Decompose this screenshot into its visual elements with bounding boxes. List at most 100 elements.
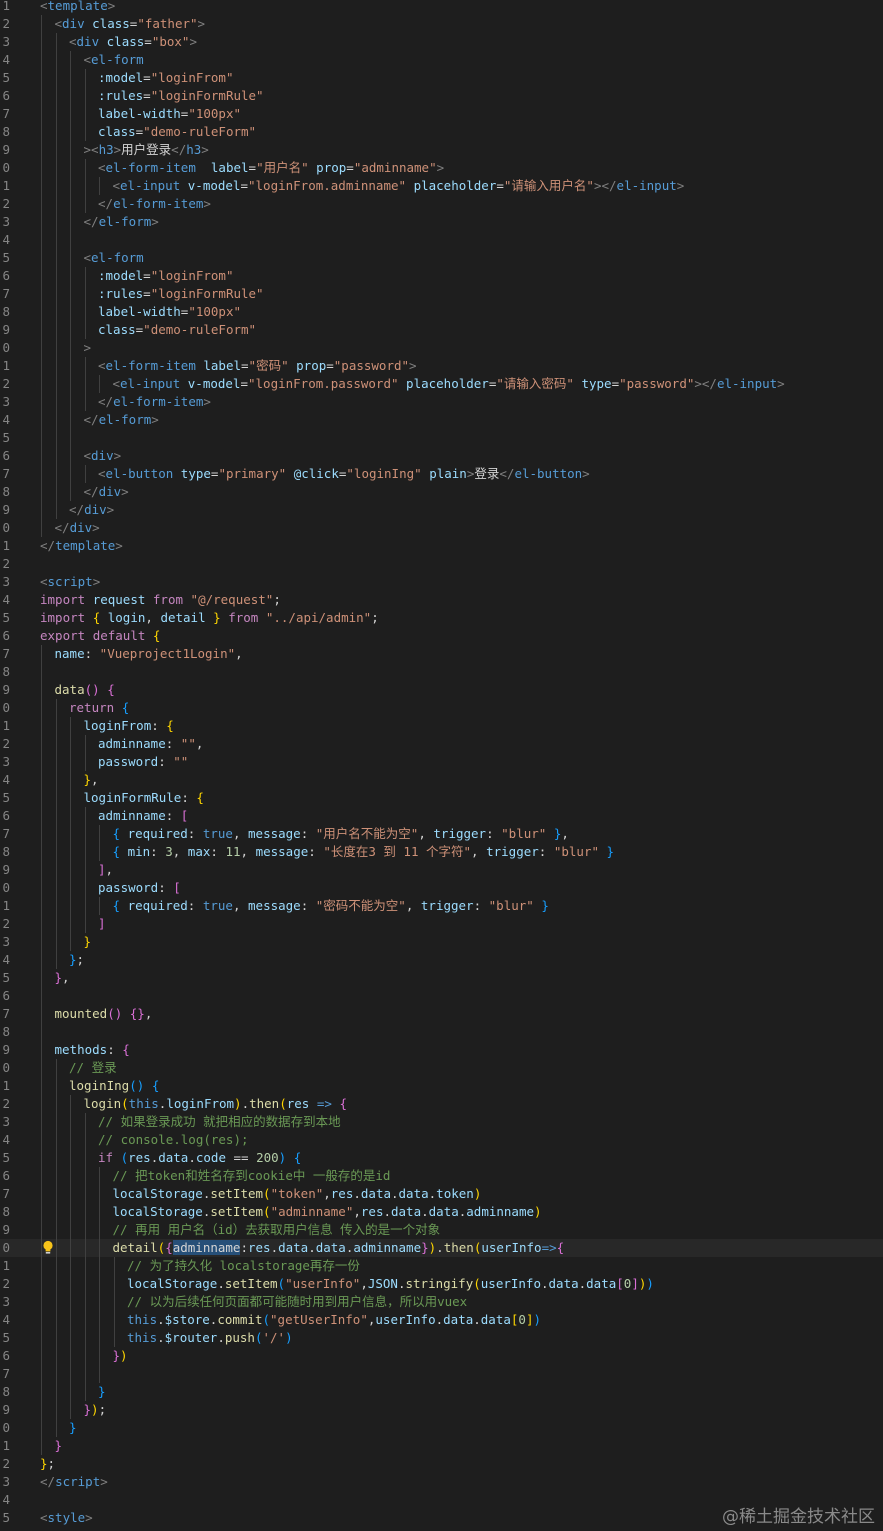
code-line[interactable]: 4 <el-form xyxy=(0,51,883,69)
code-line[interactable]: 6 <div> xyxy=(0,447,883,465)
code-line[interactable]: 9}); xyxy=(0,1401,883,1419)
code-line[interactable]: 5 <el-form xyxy=(0,249,883,267)
code-line[interactable]: 0 > xyxy=(0,339,883,357)
code-line[interactable]: 8 { min: 3, max: 11, message: "长度在3 到 11 … xyxy=(0,843,883,861)
code-line[interactable]: 3 </script> xyxy=(0,1473,883,1491)
code-line[interactable]: 2}; xyxy=(0,1455,883,1473)
code-token: ( xyxy=(279,1096,287,1111)
code-line[interactable]: 9 data() { xyxy=(0,681,883,699)
code-line[interactable]: 6:model="loginFrom" xyxy=(0,267,883,285)
code-line[interactable]: 3 </el-form> xyxy=(0,213,883,231)
code-line[interactable]: 5 xyxy=(0,429,883,447)
indent-guide xyxy=(84,285,86,303)
code-line[interactable]: 6 adminname: [ xyxy=(0,807,883,825)
code-line[interactable]: 3} xyxy=(0,933,883,951)
code-line[interactable]: 1 // 为了持久化 localstorage再存一份 xyxy=(0,1257,883,1275)
code-line[interactable]: 7 name: "Vueproject1Login", xyxy=(0,645,883,663)
code-token: push xyxy=(224,1330,255,1345)
indent-guide xyxy=(55,717,57,735)
code-line[interactable]: 0 // 登录 xyxy=(0,1059,883,1077)
indent-guide xyxy=(41,969,42,987)
code-token: '/' xyxy=(262,1330,286,1345)
code-line[interactable]: 8 class="demo-ruleForm" xyxy=(0,123,883,141)
code-line[interactable]: 6:rules="loginFormRule" xyxy=(0,87,883,105)
code-line[interactable]: 9 methods: { xyxy=(0,1041,883,1059)
code-line[interactable]: 1 <el-form-item label="密码" prop="password… xyxy=(0,357,883,375)
code-line[interactable]: 8} xyxy=(0,1383,883,1401)
code-line[interactable]: 1 loginFrom: { xyxy=(0,717,883,735)
code-line[interactable]: 8 </div> xyxy=(0,483,883,501)
code-line[interactable]: 5}, xyxy=(0,969,883,987)
code-line[interactable]: 9 </div> xyxy=(0,501,883,519)
code-line[interactable]: 3 <script> xyxy=(0,573,883,591)
code-line[interactable]: 0} xyxy=(0,1419,883,1437)
code-line[interactable]: 6 // 把token和姓名存到cookie中 一般存的是id xyxy=(0,1167,883,1185)
code-line[interactable]: 5 import { login, detail } from "../api/a… xyxy=(0,609,883,627)
code-line[interactable]: 1} xyxy=(0,1437,883,1455)
code-line[interactable]: 1 { required: true, message: "密码不能为空", tr… xyxy=(0,897,883,915)
code-line[interactable]: 7 mounted() {}, xyxy=(0,1005,883,1023)
code-line[interactable]: 7 <el-button type="primary" @click="login… xyxy=(0,465,883,483)
code-line[interactable]: 4}; xyxy=(0,951,883,969)
code-line[interactable]: 8 label-width="100px" xyxy=(0,303,883,321)
code-line[interactable]: 9 ><h3>用户登录</h3> xyxy=(0,141,883,159)
code-line[interactable]: 1 <template> xyxy=(0,0,883,15)
code-line[interactable]: 7 xyxy=(0,1365,883,1383)
code-line[interactable]: 9 class="demo-ruleForm" xyxy=(0,321,883,339)
code-line[interactable]: 2 login(this.loginFrom).then(res => { xyxy=(0,1095,883,1113)
code-line[interactable]: 4 </el-form> xyxy=(0,411,883,429)
code-line[interactable]: 0 password: [ xyxy=(0,879,883,897)
code-line[interactable]: 4 this.$store.commit("getUserInfo",userIn… xyxy=(0,1311,883,1329)
code-line[interactable]: 7 localStorage.setItem("token",res.data.d… xyxy=(0,1185,883,1203)
line-number: 2 xyxy=(2,556,10,571)
code-line[interactable]: 2 adminname: "", xyxy=(0,735,883,753)
code-line[interactable]: 7:rules="loginFormRule" xyxy=(0,285,883,303)
code-line[interactable]: 1 <el-input v-model="loginFrom.adminname"… xyxy=(0,177,883,195)
code-token: ; xyxy=(371,610,379,625)
code-line[interactable]: 6}) xyxy=(0,1347,883,1365)
code-line[interactable]: 0 <el-form-item label="用户名" prop="adminna… xyxy=(0,159,883,177)
code-line[interactable]: 2 xyxy=(0,555,883,573)
code-line[interactable]: 3 password: "" xyxy=(0,753,883,771)
code-line[interactable]: 1 loginIng() { xyxy=(0,1077,883,1095)
code-line[interactable]: 4 xyxy=(0,231,883,249)
code-token: label-width xyxy=(98,106,181,121)
code-line[interactable]: 8 xyxy=(0,663,883,681)
code-line[interactable]: 4 // console.log(res); xyxy=(0,1131,883,1149)
indent-guide xyxy=(84,1221,86,1239)
code-line[interactable]: 5 loginFormRule: { xyxy=(0,789,883,807)
code-line[interactable]: 6 xyxy=(0,987,883,1005)
code-editor[interactable]: 1 <template> 2 <div class="father"> 3 <div cl… xyxy=(0,0,883,1527)
code-line[interactable]: 7 label-width="100px" xyxy=(0,105,883,123)
code-token: data xyxy=(315,1240,346,1255)
code-line[interactable]: 2 </el-form-item> xyxy=(0,195,883,213)
code-line[interactable]: 9 // 再用 用户名（id）去获取用户信息 传入的是一个对象 xyxy=(0,1221,883,1239)
indent-guide xyxy=(55,1257,57,1275)
code-line[interactable]: 6 export default { xyxy=(0,627,883,645)
code-line[interactable]: 0 return { xyxy=(0,699,883,717)
code-line[interactable]: 3 // 以为后续任何页面都可能随时用到用户信息，所以用vuex xyxy=(0,1293,883,1311)
code-line[interactable]: 1 </template> xyxy=(0,537,883,555)
code-line[interactable]: 2 localStorage.setItem("userInfo",JSON.st… xyxy=(0,1275,883,1293)
code-line[interactable]: 0 detail({adminname:res.data.data.adminna… xyxy=(0,1239,883,1257)
lightbulb-icon[interactable] xyxy=(42,1240,54,1256)
code-line[interactable]: 9], xyxy=(0,861,883,879)
code-line[interactable]: 2] xyxy=(0,915,883,933)
code-line[interactable]: 3 <div class="box"> xyxy=(0,33,883,51)
code-line[interactable]: 8 xyxy=(0,1023,883,1041)
code-line[interactable]: 4}, xyxy=(0,771,883,789)
code-line[interactable]: 5 this.$router.push('/') xyxy=(0,1329,883,1347)
code-line[interactable]: 2 <div class="father"> xyxy=(0,15,883,33)
indent-guide xyxy=(55,303,57,321)
code-line[interactable]: 2 <el-input v-model="loginFrom.password" … xyxy=(0,375,883,393)
code-line[interactable]: 3 </el-form-item> xyxy=(0,393,883,411)
code-line[interactable]: 0 </div> xyxy=(0,519,883,537)
code-line[interactable]: 7 { required: true, message: "用户名不能为空", t… xyxy=(0,825,883,843)
indent-guide xyxy=(41,231,42,249)
code-line[interactable]: 4 import request from "@/request"; xyxy=(0,591,883,609)
code-line[interactable]: 3 // 如果登录成功 就把相应的数据存到本地 xyxy=(0,1113,883,1131)
code-line[interactable]: 5:model="loginFrom" xyxy=(0,69,883,87)
code-line[interactable]: 8 localStorage.setItem("adminname",res.da… xyxy=(0,1203,883,1221)
code-line[interactable]: 5 if (res.data.code == 200) { xyxy=(0,1149,883,1167)
